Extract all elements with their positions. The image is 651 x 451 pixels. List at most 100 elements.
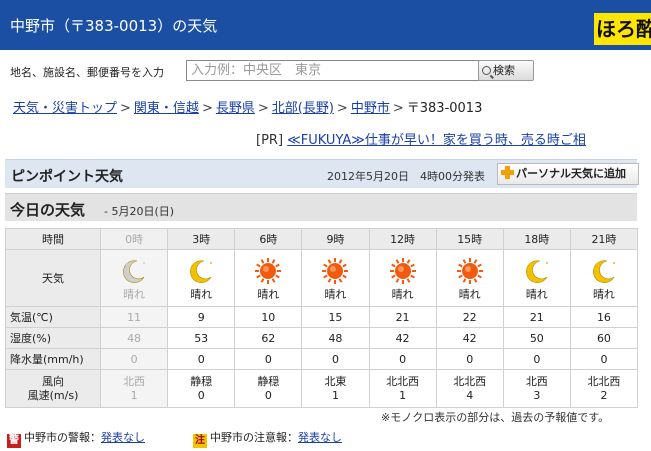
pinpoint-title: ピンポイント天気: [11, 169, 123, 185]
wind-speed: 1: [399, 388, 407, 402]
time-cell: 12時: [368, 228, 437, 250]
breadcrumb-link-area[interactable]: 北部(長野): [272, 101, 334, 116]
chevron-right-icon: >: [120, 101, 131, 116]
wind-direction: 北北西: [453, 374, 487, 388]
wind-direction: 静穏: [257, 374, 280, 388]
today-title: 今日の天気: [10, 201, 86, 219]
sun-icon: [437, 257, 502, 285]
caution-link[interactable]: 発表なし: [298, 431, 342, 444]
search-icon: [482, 66, 491, 75]
wind-cell: 北西 3: [502, 369, 571, 408]
pr-link[interactable]: ≪FUKUYA≫仕事が早い！家を買う時、売る時ご相: [287, 133, 586, 148]
humidity-cell: 48: [301, 327, 370, 349]
weather-text: 晴れ: [123, 288, 146, 301]
chevron-right-icon: >: [201, 101, 213, 116]
precipitation-row: 降水量(mm/h) 00000000: [5, 348, 639, 370]
humidity-cell: 42: [435, 327, 504, 349]
precipitation-cell: 0: [368, 348, 437, 370]
precipitation-cell: 0: [502, 348, 571, 370]
search-button[interactable]: 検索: [478, 60, 534, 81]
weather-text: 晴れ: [592, 288, 615, 301]
wind-cell: 静穏 0: [234, 369, 303, 408]
wind-direction-label: 風向: [42, 374, 64, 388]
moon-icon: [102, 257, 167, 285]
temperature-cell: 21: [502, 306, 571, 328]
pr-banner: [PR] ≪FUKUYA≫仕事が早い！家を買う時、売る時ご相: [256, 129, 586, 148]
wind-cell: 北北西 4: [435, 369, 504, 408]
breadcrumb-link-region[interactable]: 関東・信越: [134, 101, 199, 116]
wind-cell: 北北西 1: [368, 369, 437, 408]
humidity-cell: 53: [167, 327, 236, 349]
chevron-right-icon: >: [257, 101, 269, 116]
humidity-row: 湿度(%) 48 53 62 48 42 42 50 60: [5, 327, 639, 349]
humidity-cell: 50: [502, 327, 571, 349]
temperature-cell: 10: [234, 306, 303, 328]
add-personal-weather-button[interactable]: パーソナル天気に追加: [497, 163, 639, 185]
add-personal-weather-label: パーソナル天気に追加: [516, 167, 626, 180]
weather-text: 晴れ: [257, 288, 280, 301]
wind-direction: 北西: [123, 374, 146, 388]
weather-cell: 晴れ: [435, 249, 504, 307]
humidity-cell: 62: [234, 327, 303, 349]
caution-status: 注中野市の注意報：発表なし: [193, 429, 342, 448]
weather-text: 晴れ: [190, 288, 213, 301]
plus-icon: [501, 166, 514, 179]
wind-speed: 1: [331, 388, 339, 402]
temperature-cell: 9: [167, 306, 236, 328]
today-heading-bar: 今日の天気 - 5月20日(日): [5, 193, 637, 221]
sun-icon: [236, 257, 301, 285]
temperature-row: 気温(℃) 11 9 10 15 21 22 21 16: [5, 306, 639, 328]
moon-icon: [571, 257, 636, 285]
time-cell: 0時: [99, 228, 169, 250]
caution-label: 中野市の注意報：: [210, 431, 298, 444]
announcement-time: 2012年5月20日 4時00分発表: [327, 170, 485, 183]
time-cell: 15時: [435, 228, 504, 250]
search-button-label: 検索: [493, 64, 515, 77]
temperature-label: 気温(℃): [5, 306, 101, 328]
breadcrumb-link-top[interactable]: 天気・災害トップ: [13, 101, 117, 116]
precipitation-cell: 0: [99, 348, 169, 370]
chevron-right-icon: >: [336, 101, 348, 116]
temperature-cell: 11: [99, 306, 169, 328]
breadcrumb-link-city[interactable]: 中野市: [351, 101, 390, 116]
sun-icon: [303, 257, 368, 285]
search-label: 地名、施設名、郵便番号を入力: [10, 66, 164, 79]
precipitation-cell: 0: [301, 348, 370, 370]
weather-cell: 晴れ: [167, 249, 236, 307]
time-cell: 9時: [301, 228, 370, 250]
time-cell: 21時: [569, 228, 639, 250]
wind-direction: 北東: [324, 374, 347, 388]
weather-cell: 晴れ: [301, 249, 370, 307]
breadcrumb-current: 〒383-0013: [406, 101, 483, 116]
search-bar: 地名、施設名、郵便番号を入力 検索: [10, 60, 650, 82]
precipitation-cell: 0: [569, 348, 639, 370]
wind-speed: 0: [264, 388, 272, 402]
wind-direction: 北西: [525, 374, 548, 388]
alert-badge-icon: 警: [7, 434, 21, 448]
header-ad-banner[interactable]: ほろ酔: [594, 13, 651, 45]
wind-speed: 1: [130, 388, 138, 402]
temperature-cell: 22: [435, 306, 504, 328]
forecast-table: 時間 0時 3時 6時 9時 12時 15時 18時 21時 天気 晴れ 晴れ 晴れ 晴れ 晴れ 晴れ…: [5, 228, 639, 408]
humidity-cell: 42: [368, 327, 437, 349]
alert-link[interactable]: 発表なし: [101, 431, 145, 444]
wind-direction: 北北西: [386, 374, 420, 388]
wind-speed: 0: [197, 388, 205, 402]
weather-cell: 晴れ: [569, 249, 639, 307]
moon-icon: [504, 257, 569, 285]
wind-speed: 2: [600, 388, 608, 402]
humidity-cell: 60: [569, 327, 639, 349]
time-row: 時間 0時 3時 6時 9時 12時 15時 18時 21時: [5, 228, 639, 250]
precipitation-cell: 0: [167, 348, 236, 370]
wind-label: 風向 風速(m/s): [5, 369, 101, 408]
wind-direction: 北北西: [587, 374, 621, 388]
breadcrumb-link-prefecture[interactable]: 長野県: [216, 101, 255, 116]
sun-icon: [370, 257, 435, 285]
weather-row: 天気 晴れ 晴れ 晴れ 晴れ 晴れ 晴れ 晴れ 晴れ: [5, 249, 639, 307]
search-input[interactable]: [186, 60, 481, 81]
humidity-label: 湿度(%): [5, 327, 101, 349]
weather-cell: 晴れ: [502, 249, 571, 307]
time-cell: 18時: [502, 228, 571, 250]
pinpoint-bar: ピンポイント天気 2012年5月20日 4時00分発表 パーソナル天気に追加: [5, 159, 639, 188]
weather-label: 天気: [5, 249, 101, 307]
